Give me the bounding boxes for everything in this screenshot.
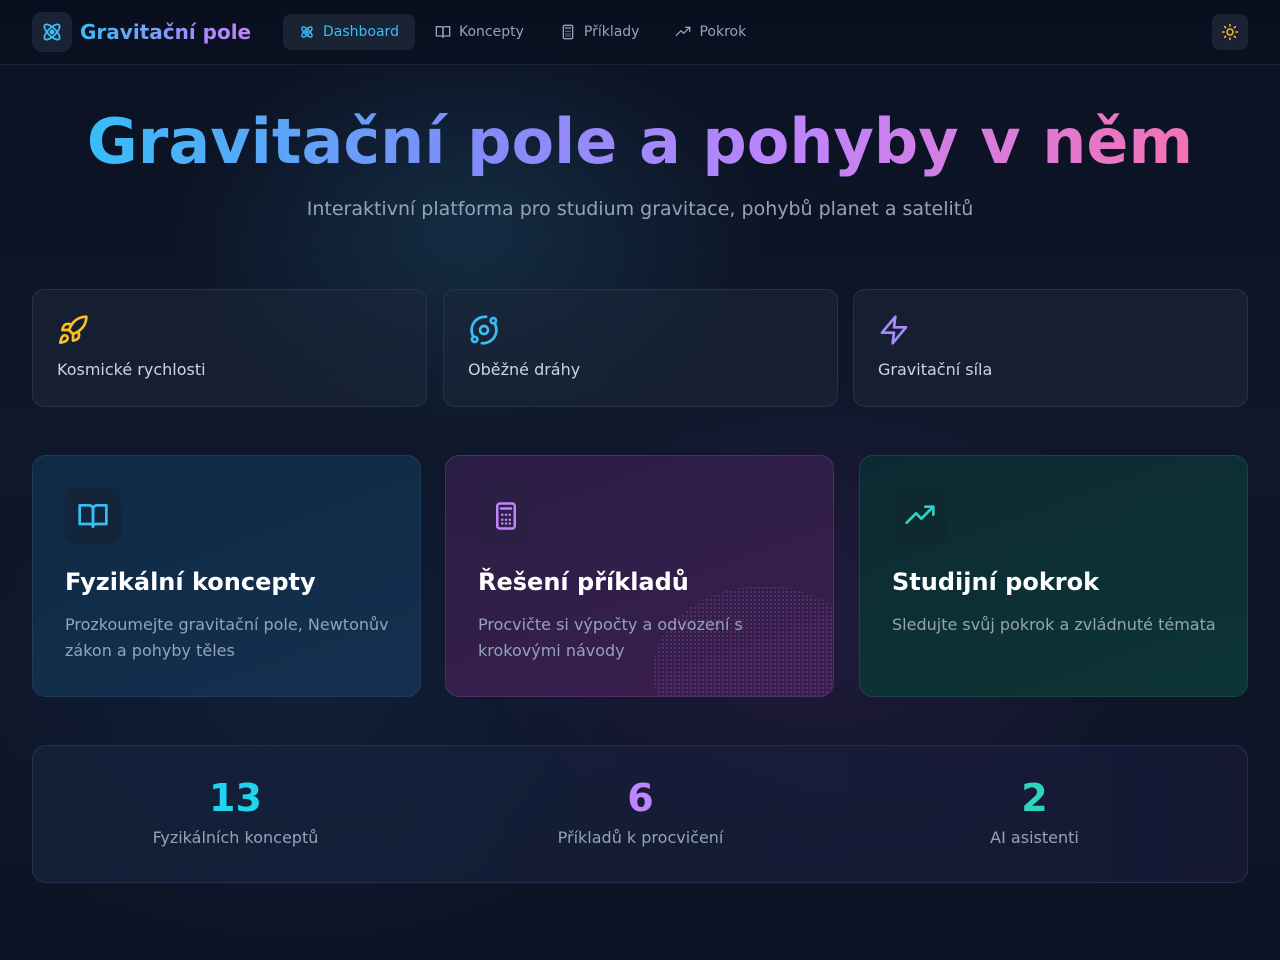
nav-priklady[interactable]: Příklady xyxy=(544,14,656,50)
book-icon xyxy=(65,488,121,544)
stat-value: 6 xyxy=(627,776,654,820)
stat-value: 13 xyxy=(209,776,262,820)
brand[interactable]: Gravitační pole xyxy=(32,12,251,52)
stat-priklady: 6 Příkladů k procvičení xyxy=(438,746,843,884)
page-title: Gravitační pole a pohyby v něm xyxy=(86,105,1194,178)
sun-icon xyxy=(1221,23,1239,41)
card-title: Fyzikální koncepty xyxy=(65,568,316,596)
brand-title: Gravitační pole xyxy=(80,20,252,44)
nav-priklady-label: Příklady xyxy=(583,24,640,40)
feature-card-priklady[interactable]: Řešení příkladů Procvičte si výpočty a o… xyxy=(445,455,834,697)
stat-label: AI asistenti xyxy=(990,828,1079,847)
nav-pokrok[interactable]: Pokrok xyxy=(659,14,762,50)
card-title: Studijní pokrok xyxy=(892,568,1100,596)
theme-toggle-button[interactable] xyxy=(1212,14,1248,50)
topic-card-gravitacni-sila[interactable]: Gravitační síla xyxy=(853,289,1248,407)
stat-label: Fyzikálních konceptů xyxy=(152,828,319,847)
trending-up-icon xyxy=(892,488,948,544)
calculator-icon xyxy=(562,24,574,40)
orbit-icon xyxy=(470,315,498,345)
calculator-icon xyxy=(478,488,534,544)
rocket-icon xyxy=(59,315,88,344)
topic-label: Oběžné dráhy xyxy=(468,360,581,379)
card-description: Sledujte svůj pokrok a zvládnuté témata xyxy=(892,615,1216,634)
stat-koncepty: 13 Fyzikálních konceptů xyxy=(33,746,438,884)
trending-up-icon xyxy=(676,26,691,36)
nav-pokrok-label: Pokrok xyxy=(699,24,747,40)
card-title: Řešení příkladů xyxy=(478,568,689,596)
feature-card-pokrok[interactable]: Studijní pokrok Sledujte svůj pokrok a z… xyxy=(859,455,1248,697)
feature-card-koncepty[interactable]: Fyzikální koncepty Prozkoumejte gravitač… xyxy=(32,455,421,697)
stat-label: Příkladů k procvičení xyxy=(557,828,724,847)
zap-icon xyxy=(880,315,908,345)
stats-panel: 13 Fyzikálních konceptů 6 Příkladů k pro… xyxy=(32,745,1248,883)
book-icon xyxy=(435,26,451,38)
main-nav: Dashboard Koncepty Příklady Pokrok xyxy=(283,14,762,50)
nav-dashboard[interactable]: Dashboard xyxy=(283,14,415,50)
atom-icon xyxy=(32,12,72,52)
stat-asistenti: 2 AI asistenti xyxy=(832,746,1237,884)
page-subtitle: Interaktivní platforma pro studium gravi… xyxy=(306,198,974,220)
nav-koncepty[interactable]: Koncepty xyxy=(419,14,540,50)
atom-icon xyxy=(301,26,313,38)
nav-dashboard-label: Dashboard xyxy=(323,24,399,40)
navbar: Gravitační pole Dashboard Koncepty Příkl… xyxy=(0,0,1280,65)
topic-card-kosmicke-rychlosti[interactable]: Kosmické rychlosti xyxy=(32,289,427,407)
card-description: Procvičte si výpočty a odvození s krokov… xyxy=(478,615,743,660)
topic-label: Kosmické rychlosti xyxy=(57,360,206,379)
card-description: Prozkoumejte gravitační pole, Newtonův z… xyxy=(65,615,389,660)
topic-card-obezne-drahy[interactable]: Oběžné dráhy xyxy=(443,289,838,407)
stat-value: 2 xyxy=(1021,776,1048,820)
topic-label: Gravitační síla xyxy=(878,360,993,379)
nav-koncepty-label: Koncepty xyxy=(458,24,524,40)
